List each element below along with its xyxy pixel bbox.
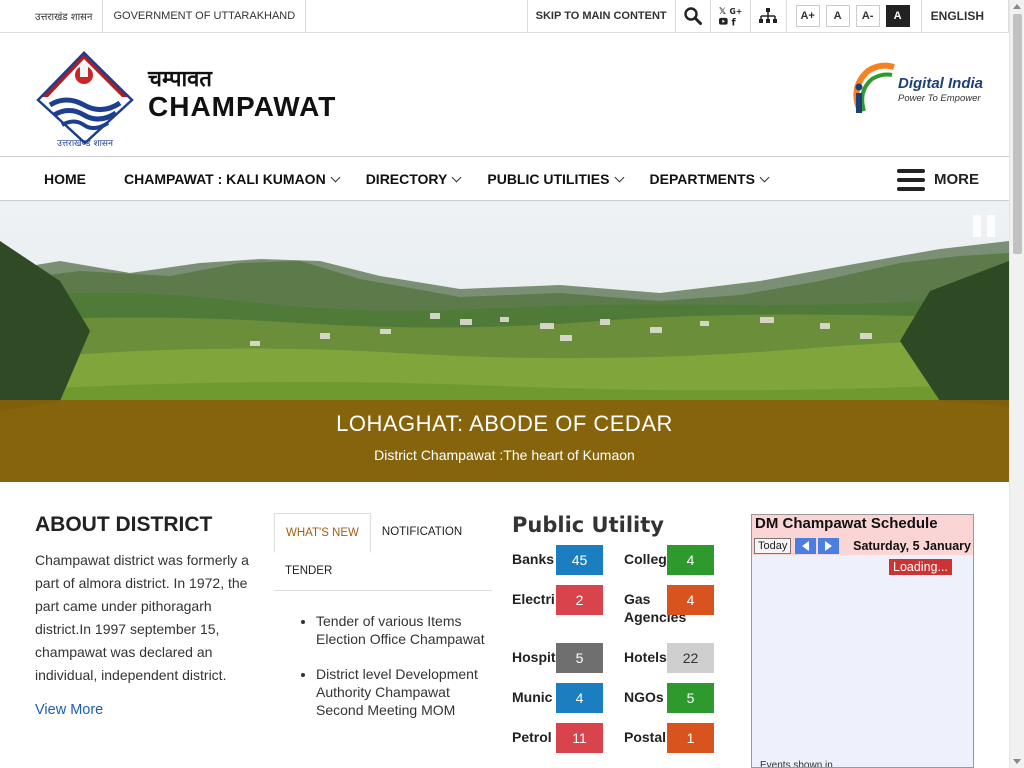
utility-count-badge[interactable]: 2 xyxy=(556,585,603,615)
top-utility-bar: उत्तराखंड शासन GOVERNMENT OF UTTARAKHAND… xyxy=(0,0,1009,33)
slide-subtitle: District Champawat :The heart of Kumaon xyxy=(374,447,635,463)
nav-departments[interactable]: DEPARTMENTS xyxy=(649,158,770,200)
slider-caption: LOHAGHAT: ABODE OF CEDAR District Champa… xyxy=(0,400,1009,482)
tab-tender[interactable]: TENDER xyxy=(274,552,343,590)
page: उत्तराखंड शासन GOVERNMENT OF UTTARAKHAND… xyxy=(0,0,1024,768)
digital-india-logo[interactable]: Digital India Power To Empower xyxy=(850,61,984,117)
chevron-down-icon xyxy=(614,172,624,182)
sitemap-icon xyxy=(759,8,778,23)
news-tabs: WHAT'S NEW NOTIFICATION TENDER Tender of… xyxy=(274,513,492,736)
skip-to-main-link[interactable]: SKIP TO MAIN CONTENT xyxy=(526,0,675,32)
utility-count-badge[interactable]: 45 xyxy=(556,545,603,575)
nav-label: CHAMPAWAT : KALI KUMAON xyxy=(124,171,326,187)
uttarakhand-emblem-logo[interactable]: उत्तराखण्ड शासन xyxy=(36,45,134,149)
tab-whats-new[interactable]: WHAT'S NEW xyxy=(274,513,371,553)
svg-text:G+: G+ xyxy=(729,7,741,16)
font-decrease-button[interactable]: A- xyxy=(855,5,880,27)
calendar-prev-button[interactable] xyxy=(795,538,817,554)
chevron-down-icon xyxy=(451,172,462,182)
digital-india-title: Digital India xyxy=(898,75,984,92)
more-label: MORE xyxy=(934,171,979,188)
scroll-down-arrow-icon[interactable] xyxy=(1013,759,1021,764)
utility-count-badge[interactable]: 11 xyxy=(556,723,603,753)
emblem-caption: उत्तराखण्ड शासन xyxy=(57,139,114,149)
pause-icon xyxy=(973,215,981,237)
search-button[interactable] xyxy=(674,0,710,32)
about-district-section: ABOUT DISTRICT Champawat district was fo… xyxy=(35,513,265,718)
nav-champawat-kali-kumaon[interactable]: CHAMPAWAT : KALI KUMAON xyxy=(124,158,366,200)
list-item[interactable]: District level Development Authority Cha… xyxy=(316,665,492,719)
social-icon: 𝕏 G+ f xyxy=(718,7,742,27)
nav-label: PUBLIC UTILITIES xyxy=(487,171,610,187)
digital-india-tagline: Power To Empower xyxy=(898,93,981,104)
hero-slider[interactable]: LOHAGHAT: ABODE OF CEDAR District Champa… xyxy=(0,201,1009,482)
public-utility-section: Public Utility Banks 45 Colleg 4 Electri 2 Gas… xyxy=(512,513,722,753)
tab-notification[interactable]: NOTIFICATION xyxy=(371,513,473,552)
list-item[interactable]: Tender of various Items Election Office … xyxy=(316,612,492,648)
tab-list: WHAT'S NEW NOTIFICATION TENDER xyxy=(274,513,492,591)
calendar-loading-indicator: Loading... xyxy=(889,559,952,575)
slide-title: LOHAGHAT: ABODE OF CEDAR xyxy=(336,411,673,436)
about-heading: ABOUT DISTRICT xyxy=(35,513,213,536)
site-title-hindi: चम्पावत xyxy=(148,67,212,92)
svg-text:f: f xyxy=(731,18,736,27)
site-header: उत्तराखण्ड शासन चम्पावत CHAMPAWAT Digita… xyxy=(0,33,1009,157)
font-increase-button[interactable]: A+ xyxy=(795,5,820,27)
state-gov-hindi-link[interactable]: उत्तराखंड शासन xyxy=(0,0,104,32)
prev-arrow-icon xyxy=(802,541,810,551)
utility-count-badge[interactable]: 22 xyxy=(667,643,714,673)
page-scrollbar[interactable] xyxy=(1009,0,1024,768)
nav-label: DEPARTMENTS xyxy=(649,171,756,187)
scroll-up-arrow-icon[interactable] xyxy=(1013,4,1021,9)
utility-count-badge[interactable]: 5 xyxy=(667,683,714,713)
font-size-controls: A+ A A- A xyxy=(785,0,921,32)
view-more-link[interactable]: View More xyxy=(35,702,265,718)
utility-heading: Public Utility xyxy=(512,513,664,537)
nav-public-utilities[interactable]: PUBLIC UTILITIES xyxy=(487,158,649,200)
language-selector[interactable]: ENGLISH xyxy=(920,0,1009,32)
search-icon xyxy=(683,7,702,25)
social-media-button[interactable]: 𝕏 G+ f xyxy=(709,0,750,32)
calendar-today-button[interactable]: Today xyxy=(754,538,792,554)
next-arrow-icon xyxy=(825,541,833,551)
chevron-down-icon xyxy=(759,172,770,182)
news-list: Tender of various Items Election Office … xyxy=(274,612,492,719)
utility-count-badge[interactable]: 4 xyxy=(556,683,603,713)
utility-count-badge[interactable]: 5 xyxy=(556,643,603,673)
utility-count-badge[interactable]: 4 xyxy=(667,585,714,615)
about-text: Champawat district was formerly a part o… xyxy=(35,552,249,683)
state-gov-link[interactable]: GOVERNMENT OF UTTARAKHAND xyxy=(103,0,307,32)
svg-text:𝕏: 𝕏 xyxy=(719,7,726,17)
main-navigation: HOME CHAMPAWAT : KALI KUMAON DIRECTORY P… xyxy=(0,158,1009,201)
calendar-title: DM Champawat Schedule xyxy=(752,515,973,537)
scrollbar-thumb[interactable] xyxy=(1013,14,1022,254)
calendar-date: Saturday, 5 January xyxy=(853,539,971,553)
pause-icon xyxy=(987,215,995,237)
font-normal-button[interactable]: A xyxy=(825,5,850,27)
nav-label: DIRECTORY xyxy=(365,171,448,187)
more-menu-button[interactable]: MORE xyxy=(897,158,979,201)
site-title[interactable]: CHAMPAWAT xyxy=(148,91,336,123)
menu-icon xyxy=(897,168,925,191)
high-contrast-button[interactable]: A xyxy=(885,5,910,27)
utility-count-badge[interactable]: 1 xyxy=(667,723,714,753)
nav-directory[interactable]: DIRECTORY xyxy=(366,158,488,200)
sitemap-button[interactable] xyxy=(749,0,786,32)
chevron-down-icon xyxy=(330,172,341,182)
utility-count-badge[interactable]: 4 xyxy=(667,545,714,575)
nav-home-label: HOME xyxy=(44,171,86,187)
nav-home[interactable]: HOME xyxy=(0,158,124,200)
calendar-next-button[interactable] xyxy=(818,538,840,554)
slider-pause-button[interactable] xyxy=(973,215,995,237)
news-item-link[interactable]: District level Development Authority Cha… xyxy=(316,666,478,718)
news-item-link[interactable]: Tender of various Items Election Office … xyxy=(316,613,485,647)
calendar-timezone-note: Events shown in xyxy=(760,760,833,768)
dm-schedule-calendar: DM Champawat Schedule Today Saturday, 5 … xyxy=(751,514,974,768)
calendar-toolbar: Today Saturday, 5 January xyxy=(752,537,973,555)
